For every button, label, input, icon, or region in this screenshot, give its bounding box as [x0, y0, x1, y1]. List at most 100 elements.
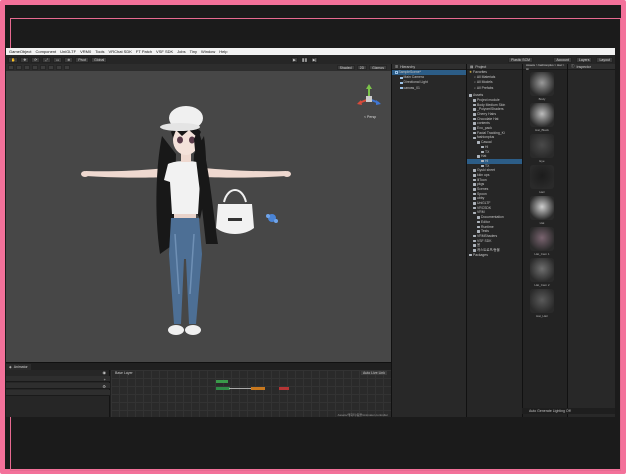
animator-icon: ◈ [9, 365, 12, 369]
folder-icon [481, 164, 484, 168]
scene-tool-icon[interactable] [8, 65, 14, 70]
menu-tools[interactable]: Tools [95, 49, 104, 54]
asset-thumbnail-label: Hat_Cam 2 [534, 283, 550, 287]
move-tool-button[interactable]: ✥ [20, 56, 30, 63]
asset-thumbnail[interactable] [530, 134, 554, 158]
eye-icon[interactable]: ◉ [103, 370, 107, 375]
asset-thumbnail-label: Eye [539, 159, 545, 163]
scene-tool-icon[interactable] [64, 65, 70, 70]
folder-icon [481, 159, 484, 163]
scene-tool-icon[interactable] [56, 65, 62, 70]
menu-help[interactable]: Help [219, 49, 227, 54]
step-icon[interactable]: ▶| [311, 56, 318, 63]
global-toggle[interactable]: Global [91, 56, 108, 63]
folder-icon [473, 249, 476, 252]
add-icon[interactable]: + [104, 377, 106, 382]
animator-graph[interactable]: Base Layer Auto Live Link Assets/캐릭터/동물/… [111, 370, 391, 417]
folder-icon [473, 103, 476, 107]
menu-unigltf[interactable]: UniGLTF [60, 49, 76, 54]
star-icon: ★ [469, 70, 473, 74]
folder-icon [469, 253, 472, 257]
rect-tool-button[interactable]: ▭ [53, 56, 63, 63]
2d-toggle[interactable]: 2D [356, 65, 368, 70]
info-icon: ⓘ [571, 64, 575, 68]
scene-tool-icon[interactable] [48, 65, 54, 70]
hierarchy-tree: SampleScene* Main Camera Directional Light… [392, 70, 466, 91]
menu-vrchat-sdk[interactable]: VRChat SDK [109, 49, 132, 54]
layers-dropdown[interactable]: Layers [575, 56, 593, 63]
default-state-node[interactable] [251, 387, 265, 390]
asset-breadcrumb: Assets > fashionplus > Hat > Hi [523, 63, 567, 71]
gameobject-icon [400, 86, 403, 90]
packages-header[interactable]: Packages [467, 253, 522, 258]
play-controls: ▶ ❚❚ ▶| [289, 56, 318, 63]
folder-icon [473, 108, 476, 111]
orientation-gizmo-icon[interactable] [353, 82, 385, 116]
pause-icon[interactable]: ❚❚ [301, 56, 308, 63]
folder-icon [473, 136, 476, 140]
menu-vsf-sdk[interactable]: VSF SDK [156, 49, 173, 54]
asset-thumbnail-label: Hat_Black [535, 128, 549, 132]
hand-tool-button[interactable]: ✋ [8, 56, 19, 63]
folder-icon [473, 197, 476, 200]
asset-thumbnail[interactable] [530, 165, 554, 189]
asset-thumbnail[interactable] [530, 258, 554, 282]
folder-icon [473, 239, 476, 243]
inspector-panel: ⓘ Inspector [567, 64, 615, 417]
asset-thumbnail[interactable] [530, 103, 554, 127]
gizmos-dropdown[interactable]: Gizmos [369, 65, 387, 70]
scene-tool-icon[interactable] [32, 65, 38, 70]
parameter-row[interactable] [6, 383, 110, 389]
layout-dropdown[interactable]: Layout [596, 56, 613, 63]
transform-tool-button[interactable]: ⊕ [64, 56, 74, 63]
hierarchy-icon: ☰ [395, 64, 399, 69]
scale-tool-button[interactable]: ⤢ [42, 56, 52, 63]
avatar-model[interactable] [76, 94, 296, 364]
entry-node[interactable] [216, 380, 228, 383]
base-layer-label: Base Layer [115, 371, 133, 375]
asset-thumbnail[interactable] [530, 196, 554, 220]
menu-tiny[interactable]: Tiny [190, 49, 197, 54]
scene-tool-icon[interactable] [24, 65, 30, 70]
auto-live-link-button[interactable]: Auto Live Link [361, 371, 387, 375]
folder-icon [473, 113, 476, 116]
play-icon[interactable]: ▶ [291, 56, 298, 63]
rotate-tool-button[interactable]: ⟳ [31, 56, 41, 63]
asset-thumbnail[interactable] [530, 289, 554, 313]
asset-thumbnail[interactable] [530, 72, 554, 96]
menu-component[interactable]: Component [35, 49, 56, 54]
menu-jobs[interactable]: Jobs [177, 49, 185, 54]
menu-window[interactable]: Window [201, 49, 215, 54]
state-node[interactable] [216, 387, 230, 390]
scene-view[interactable]: Shaded 2D Gizmos < Persp [6, 64, 391, 362]
hierarchy-panel: ☰ Hierarchy SampleScene* Main Camera Direc… [391, 64, 466, 417]
hierarchy-item[interactable]: canvas_01 [392, 86, 466, 91]
parameter-row[interactable] [6, 376, 110, 382]
parameter-row[interactable] [6, 390, 110, 396]
asset-thumbnail-label: Hat_Hair [536, 314, 548, 318]
gear-icon[interactable]: ⚙ [102, 384, 106, 389]
folder-icon [473, 99, 476, 102]
menu-ft-patch[interactable]: FT Patch [136, 49, 152, 54]
asset-thumbnail[interactable] [530, 227, 554, 251]
tab-inspector[interactable]: ⓘ Inspector [568, 64, 615, 70]
menu-gameobject[interactable]: GameObject [9, 49, 31, 54]
folder-icon [473, 127, 476, 130]
exit-node[interactable] [279, 387, 289, 390]
asset-browser: Assets > fashionplus > Hat > Hi Body Hat_… [522, 63, 567, 417]
folder-icon [469, 94, 472, 97]
folder-icon [473, 234, 476, 238]
scene-icon [395, 71, 398, 74]
favorite-item[interactable]: ⌕ All Prefabs [467, 86, 522, 91]
scene-tool-icon[interactable] [16, 65, 22, 70]
perspective-label[interactable]: < Persp [364, 115, 376, 119]
folder-icon [473, 183, 476, 186]
asset-thumbnail-label: Hat [539, 221, 545, 225]
menu-vrm0[interactable]: VRM0 [80, 49, 91, 54]
folder-icon [473, 174, 476, 177]
scene-tool-icon[interactable] [40, 65, 46, 70]
pivot-toggle[interactable]: Pivot [75, 56, 90, 63]
folder-icon [481, 150, 484, 154]
shading-dropdown[interactable]: Shaded [336, 65, 355, 70]
folder-icon [473, 117, 476, 121]
